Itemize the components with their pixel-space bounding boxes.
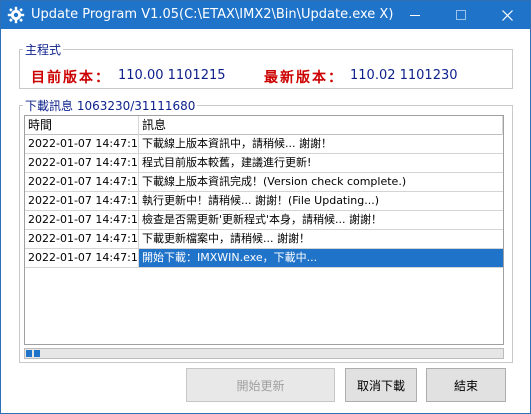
row-message: 檢查是否需更新'更新程式'本身，請稍候... 謝謝！ bbox=[142, 213, 383, 226]
row-message: 下載線上版本資訊完成！(Version check complete.) bbox=[142, 175, 407, 188]
current-version-label: 目前版本： bbox=[31, 70, 111, 86]
row-time: 2022-01-07 14:47:18 bbox=[25, 249, 139, 267]
latest-version-value: 110.02 1101230 bbox=[350, 68, 458, 83]
table-row[interactable]: 2022-01-07 14:47:18 檢查是否需更新'更新程式'本身，請稍候.… bbox=[25, 211, 503, 230]
maximize-button bbox=[438, 1, 484, 29]
table-row[interactable]: 2022-01-07 14:47:18 執行更新中！請稍候... 謝謝！(Fil… bbox=[25, 192, 503, 211]
current-version-value: 110.00 1101215 bbox=[118, 68, 226, 83]
log-list[interactable]: 時間 訊息 2022-01-07 14:47:18 下載線上版本資訊中，請稍候.… bbox=[24, 115, 504, 345]
table-row-selected[interactable]: 2022-01-07 14:47:18 開始下載：IMXWIN.exe，下載中.… bbox=[25, 249, 503, 268]
row-message: 程式目前版本較舊，建議進行更新! bbox=[142, 156, 312, 169]
table-row[interactable]: 2022-01-07 14:47:18 程式目前版本較舊，建議進行更新! bbox=[25, 154, 503, 173]
column-header-time[interactable]: 時間 bbox=[25, 116, 139, 135]
row-time: 2022-01-07 14:47:18 bbox=[25, 135, 139, 153]
close-window-button[interactable] bbox=[484, 1, 530, 29]
close-icon bbox=[501, 9, 513, 21]
list-header: 時間 訊息 bbox=[25, 116, 503, 135]
row-time: 2022-01-07 14:47:18 bbox=[25, 211, 139, 229]
row-message: 開始下載：IMXWIN.exe，下載中... bbox=[139, 249, 503, 267]
row-time: 2022-01-07 14:47:18 bbox=[25, 173, 139, 191]
row-time: 2022-01-07 14:47:18 bbox=[25, 192, 139, 210]
main-program-label: 主程式 bbox=[23, 41, 64, 58]
download-progress-bar bbox=[24, 348, 504, 359]
row-message: 下載線上版本資訊中，請稍候... 謝謝！ bbox=[142, 137, 332, 150]
table-row[interactable]: 2022-01-07 14:47:18 下載線上版本資訊完成！(Version … bbox=[25, 173, 503, 192]
maximize-icon bbox=[456, 10, 466, 20]
table-row[interactable]: 2022-01-07 14:47:18 下載更新檔案中，請稍候... 謝謝！ bbox=[25, 230, 503, 249]
update-window: Update Program V1.05(C:\ETAX\IMX2\Bin\Up… bbox=[0, 0, 531, 414]
table-row[interactable]: 2022-01-07 14:47:18 下載線上版本資訊中，請稍候... 謝謝！ bbox=[25, 135, 503, 154]
row-message: 執行更新中！請稍候... 謝謝！(File Updating...) bbox=[142, 194, 380, 207]
gear-icon bbox=[7, 6, 25, 24]
close-button[interactable]: 結束 bbox=[426, 368, 506, 402]
download-log-label: 下載訊息 1063230/31111680 bbox=[23, 97, 198, 114]
start-update-button[interactable]: 開始更新 bbox=[186, 368, 335, 402]
row-time: 2022-01-07 14:47:18 bbox=[25, 154, 139, 172]
cancel-download-button[interactable]: 取消下載 bbox=[345, 368, 417, 402]
row-time: 2022-01-07 14:47:18 bbox=[25, 230, 139, 248]
progress-fill bbox=[26, 350, 42, 357]
minimize-button[interactable] bbox=[392, 1, 438, 29]
row-message: 下載更新檔案中，請稍候... 謝謝！ bbox=[142, 232, 310, 245]
title-bar[interactable]: Update Program V1.05(C:\ETAX\IMX2\Bin\Up… bbox=[1, 1, 530, 29]
minimize-icon bbox=[410, 14, 420, 16]
column-header-message[interactable]: 訊息 bbox=[139, 116, 503, 135]
latest-version-label: 最新版本： bbox=[264, 70, 344, 86]
window-title: Update Program V1.05(C:\ETAX\IMX2\Bin\Up… bbox=[31, 7, 394, 22]
